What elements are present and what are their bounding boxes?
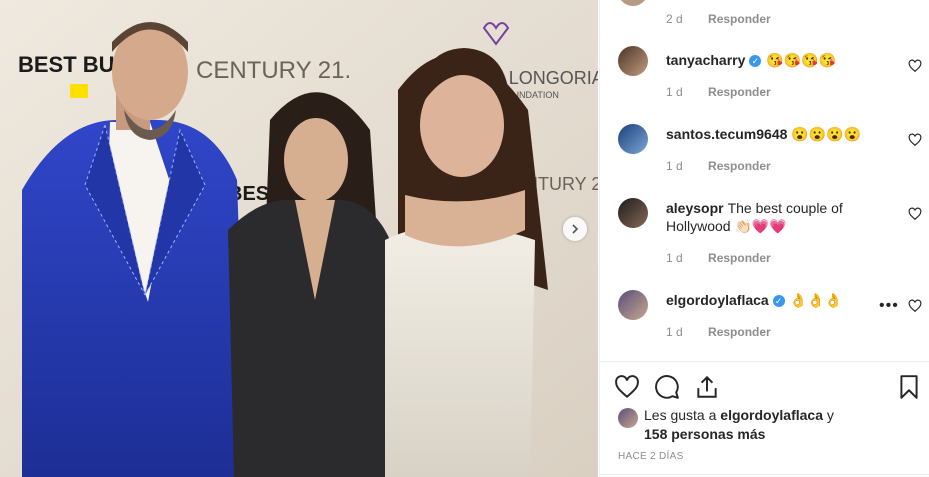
comment-meta: 1 d Responder	[666, 325, 771, 339]
comment-time: 2 d	[666, 12, 683, 26]
action-bar	[600, 374, 929, 400]
avatar[interactable]	[618, 290, 648, 320]
reply-button[interactable]: Responder	[708, 12, 771, 26]
comment-username[interactable]: aleysopr	[666, 200, 724, 216]
comment-meta: 1 d Responder	[666, 85, 771, 99]
comments-panel: 2 d Responder tanyacharry ✓ 😘😘😘😘 1 d Respo…	[599, 0, 929, 477]
comment-body: 👌👌👌	[789, 292, 842, 308]
comment-time: 1 d	[666, 251, 683, 265]
avatar[interactable]	[618, 408, 638, 428]
more-options-button[interactable]: •••	[879, 297, 899, 315]
heart-icon[interactable]	[908, 207, 922, 221]
backdrop-logo-2: CENTURY 21.	[196, 57, 351, 84]
comment-text: santos.tecum9648 😮😮😮😮	[666, 125, 891, 143]
likes-prefix: Les gusta a	[644, 407, 717, 423]
post-photo: BEST BUY CENTURY 21. EVA LONGORIA FOUNDA…	[0, 0, 598, 477]
heart-icon[interactable]	[908, 59, 922, 73]
avatar[interactable]	[618, 46, 648, 76]
share-icon[interactable]	[694, 374, 720, 400]
verified-badge-icon: ✓	[772, 295, 785, 307]
person-right	[385, 48, 548, 477]
comment-meta: 2 d Responder	[666, 12, 771, 26]
comment-username[interactable]: elgordoylaflaca	[666, 292, 769, 308]
comment-text: elgordoylaflaca ✓ 👌👌👌	[666, 291, 891, 309]
comment-body: 😮😮😮😮	[791, 126, 862, 142]
next-photo-button[interactable]	[563, 217, 587, 241]
comment-text: aleysopr The best couple of Hollywood 👏🏻💗…	[666, 199, 891, 235]
reply-button[interactable]: Responder	[708, 85, 771, 99]
reply-button[interactable]: Responder	[708, 325, 771, 339]
comment-meta: 1 d Responder	[666, 159, 771, 173]
avatar[interactable]	[618, 198, 648, 228]
likes-others[interactable]: 158 personas más	[644, 425, 914, 444]
heart-icon[interactable]	[908, 133, 922, 147]
comment-time: 1 d	[666, 85, 683, 99]
post-timestamp[interactable]: HACE 2 DÍAS	[618, 451, 684, 462]
reply-button[interactable]: Responder	[708, 159, 771, 173]
likes-text: Les gusta a elgordoylaflaca y 158 person…	[644, 406, 914, 444]
likes-user[interactable]: elgordoylaflaca	[720, 407, 823, 423]
heart-icon[interactable]	[614, 374, 640, 400]
comment-username[interactable]: tanyacharry	[666, 52, 745, 68]
comment-bubble-icon[interactable]	[654, 374, 680, 400]
comment-text: tanyacharry ✓ 😘😘😘😘	[666, 51, 891, 69]
comment-time: 1 d	[666, 325, 683, 339]
avatar[interactable]	[618, 0, 648, 6]
divider	[600, 474, 929, 475]
heart-icon[interactable]	[908, 299, 922, 313]
photo-image: BEST BUY CENTURY 21. EVA LONGORIA FOUNDA…	[0, 0, 598, 477]
likes-connector: y	[826, 407, 834, 423]
verified-badge-icon: ✓	[749, 55, 762, 67]
chevron-right-icon	[572, 224, 579, 234]
comment-time: 1 d	[666, 159, 683, 173]
bookmark-icon[interactable]	[896, 374, 922, 400]
comment-username[interactable]: santos.tecum9648	[666, 126, 787, 142]
divider	[600, 361, 929, 362]
comment-body: 😘😘😘😘	[766, 52, 837, 68]
avatar[interactable]	[618, 124, 648, 154]
comment-meta: 1 d Responder	[666, 251, 771, 265]
reply-button[interactable]: Responder	[708, 251, 771, 265]
